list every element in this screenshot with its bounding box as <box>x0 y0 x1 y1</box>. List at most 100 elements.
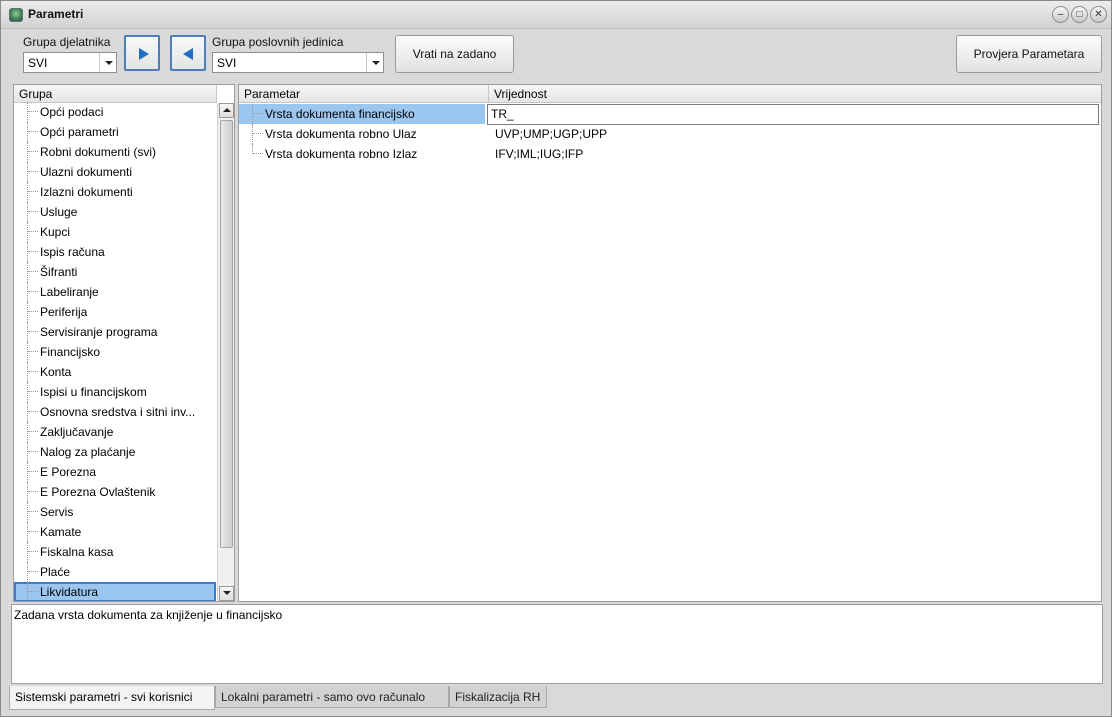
tree-connector <box>253 113 263 114</box>
tree-item[interactable]: Konta <box>14 362 216 382</box>
move-right-button[interactable] <box>124 35 160 71</box>
value-editor-input[interactable]: TR_ <box>487 104 1099 125</box>
group-tree[interactable]: Grupa Opći podaci Opći parametri Robni dok… <box>13 84 235 602</box>
tree-item-label: Opći podaci <box>40 105 104 119</box>
group-activity-value: SVI <box>28 56 48 70</box>
tree-item[interactable]: E Porezna <box>14 462 216 482</box>
tree-connector <box>28 191 38 192</box>
close-icon[interactable]: ✕ <box>1090 6 1107 23</box>
tree-item[interactable]: Labeliranje <box>14 282 216 302</box>
table-row[interactable]: Vrsta dokumenta financijsko TR_ <box>239 104 1101 125</box>
table-row[interactable]: Vrsta dokumenta robno Ulaz UVP;UMP;UGP;UP… <box>239 124 1101 144</box>
arrow-up-icon <box>223 108 231 112</box>
tree-connector <box>28 451 38 452</box>
tree-item-label: Robni dokumenti (svi) <box>40 145 157 159</box>
parameter-value[interactable]: UVP;UMP;UGP;UPP <box>495 124 607 144</box>
tree-item[interactable]: Servis <box>14 502 216 522</box>
parameter-name: Vrsta dokumenta financijsko <box>265 107 415 121</box>
chevron-down-icon[interactable] <box>366 53 383 72</box>
parameter-grid[interactable]: Parametar Vrijednost Vrsta dokumenta fin… <box>238 84 1102 602</box>
tree-item[interactable]: Osnovna sredstva i sitni inv... <box>14 402 216 422</box>
tree-item-label: Plaće <box>40 565 71 579</box>
tree-item[interactable]: Šifranti <box>14 262 216 282</box>
check-parameters-button[interactable]: Provjera Parametara <box>956 35 1102 73</box>
tree-item-label: Servis <box>40 505 74 519</box>
tree-item-label: E Porezna <box>40 465 97 479</box>
tree-item[interactable]: Zaključavanje <box>14 422 216 442</box>
tree-connector <box>28 471 38 472</box>
tree-connector <box>27 342 28 362</box>
tree-item[interactable]: Ispisi u financijskom <box>14 382 216 402</box>
tree-item[interactable]: Opći podaci <box>14 102 216 122</box>
table-row[interactable]: Vrsta dokumenta robno Izlaz IFV;IML;IUG;I… <box>239 144 1101 164</box>
scroll-up-button[interactable] <box>219 103 234 118</box>
scroll-down-button[interactable] <box>219 586 234 601</box>
tree-connector <box>28 351 38 352</box>
scroll-thumb[interactable] <box>220 120 233 548</box>
tree-item[interactable]: Likvidatura <box>14 582 216 601</box>
tree-item[interactable]: Financijsko <box>14 342 216 362</box>
tree-item-label: Likvidatura <box>40 585 99 599</box>
tree-item-label: Kamate <box>40 525 82 539</box>
value-column-header[interactable]: Vrijednost <box>489 85 1101 103</box>
tree-item[interactable]: Robni dokumenti (svi) <box>14 142 216 162</box>
tree-item[interactable]: Ispis računa <box>14 242 216 262</box>
tree-item[interactable]: Periferija <box>14 302 216 322</box>
tree-item-label: Fiskalna kasa <box>40 545 114 559</box>
tree-item[interactable]: E Porezna Ovlaštenik <box>14 482 216 502</box>
tab-local-parameters[interactable]: Lokalni parametri - samo ovo računalo <box>215 686 449 708</box>
tab-system-parameters[interactable]: Sistemski parametri - svi korisnici <box>9 686 215 710</box>
group-column-header[interactable]: Grupa <box>14 85 217 103</box>
minimize-icon[interactable]: – <box>1052 6 1069 23</box>
tree-connector <box>28 231 38 232</box>
tree-connector <box>28 391 38 392</box>
tree-connector <box>28 551 38 552</box>
tree-item[interactable]: Izlazni dokumenti <box>14 182 216 202</box>
parameter-value[interactable]: IFV;IML;IUG;IFP <box>495 144 583 164</box>
tree-connector <box>27 522 28 542</box>
toolbar: Grupa djelatnika SVI Grupa poslovnih jed… <box>11 31 1103 77</box>
reset-defaults-button[interactable]: Vrati na zadano <box>395 35 514 73</box>
tree-item-label: Nalog za plaćanje <box>40 445 136 459</box>
tree-connector <box>27 182 28 202</box>
tree-item[interactable]: Ulazni dokumenti <box>14 162 216 182</box>
tree-item[interactable]: Servisiranje programa <box>14 322 216 342</box>
tree-connector <box>27 562 28 582</box>
tree-connector <box>27 422 28 442</box>
tree-connector <box>28 171 38 172</box>
tree-item[interactable]: Nalog za plaćanje <box>14 442 216 462</box>
tree-connector <box>28 531 38 532</box>
tree-connector <box>28 251 38 252</box>
tree-scrollbar[interactable] <box>217 103 234 601</box>
tree-connector <box>28 131 38 132</box>
parametri-window: Parametri – □ ✕ Grupa djelatnika SVI Gru… <box>0 0 1112 717</box>
move-left-button[interactable] <box>170 35 206 71</box>
maximize-icon[interactable]: □ <box>1071 6 1088 23</box>
tree-item[interactable]: Plaće <box>14 562 216 582</box>
tree-item[interactable]: Fiskalna kasa <box>14 542 216 562</box>
tree-item[interactable]: Kupci <box>14 222 216 242</box>
tree-items: Opći podaci Opći parametri Robni dokumenti… <box>14 102 217 601</box>
tree-connector <box>27 242 28 262</box>
tree-connector <box>27 262 28 282</box>
tree-connector <box>28 571 38 572</box>
group-units-select[interactable]: SVI <box>212 52 384 73</box>
tree-item-label: Konta <box>40 365 72 379</box>
title-bar: Parametri – □ ✕ <box>1 1 1111 29</box>
parameter-column-header[interactable]: Parametar <box>239 85 489 103</box>
group-activity-select[interactable]: SVI <box>23 52 117 73</box>
tree-item-label: Servisiranje programa <box>40 325 158 339</box>
tree-item[interactable]: Kamate <box>14 522 216 542</box>
arrow-right-icon <box>139 48 149 60</box>
parameter-name: Vrsta dokumenta robno Ulaz <box>265 127 417 141</box>
tree-item[interactable]: Opći parametri <box>14 122 216 142</box>
tab-fiscalization[interactable]: Fiskalizacija RH <box>449 686 547 708</box>
tree-item-label: Zaključavanje <box>40 425 114 439</box>
tree-connector <box>28 291 38 292</box>
tree-item-label: Osnovna sredstva i sitni inv... <box>40 405 196 419</box>
arrow-left-icon <box>183 48 193 60</box>
chevron-down-icon[interactable] <box>99 53 116 72</box>
tree-connector <box>252 104 253 124</box>
tree-item[interactable]: Usluge <box>14 202 216 222</box>
tree-connector <box>28 491 38 492</box>
